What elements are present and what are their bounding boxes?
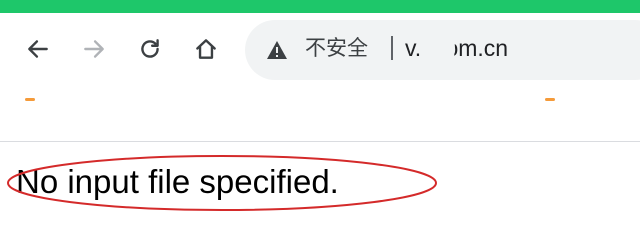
back-button[interactable]	[22, 33, 54, 65]
omnibox-separator	[391, 36, 393, 60]
redacted-url-mask	[425, 25, 455, 71]
arrow-left-icon	[28, 40, 48, 58]
address-bar[interactable]: 不安全 v. .com.cn	[245, 20, 640, 80]
security-status-label[interactable]: 不安全	[305, 34, 368, 64]
forward-button[interactable]	[78, 33, 110, 65]
home-icon	[196, 39, 216, 59]
window-top-strip	[0, 0, 640, 13]
browser-window: 不安全 v. .com.cn No input file specified.	[0, 0, 640, 240]
arrow-right-icon	[84, 40, 104, 58]
bookmarks-bar	[0, 91, 640, 141]
page-content: No input file specified.	[0, 142, 640, 240]
warning-triangle-icon[interactable]	[266, 40, 288, 60]
bookmark-marker	[25, 98, 35, 101]
error-message: No input file specified.	[16, 163, 339, 200]
bookmark-marker	[545, 98, 555, 101]
reload-icon	[141, 39, 159, 58]
home-button[interactable]	[190, 33, 222, 65]
url-text[interactable]: v. .com.cn	[405, 33, 508, 63]
browser-toolbar: 不安全 v. .com.cn	[0, 13, 640, 91]
reload-button[interactable]	[134, 33, 166, 65]
